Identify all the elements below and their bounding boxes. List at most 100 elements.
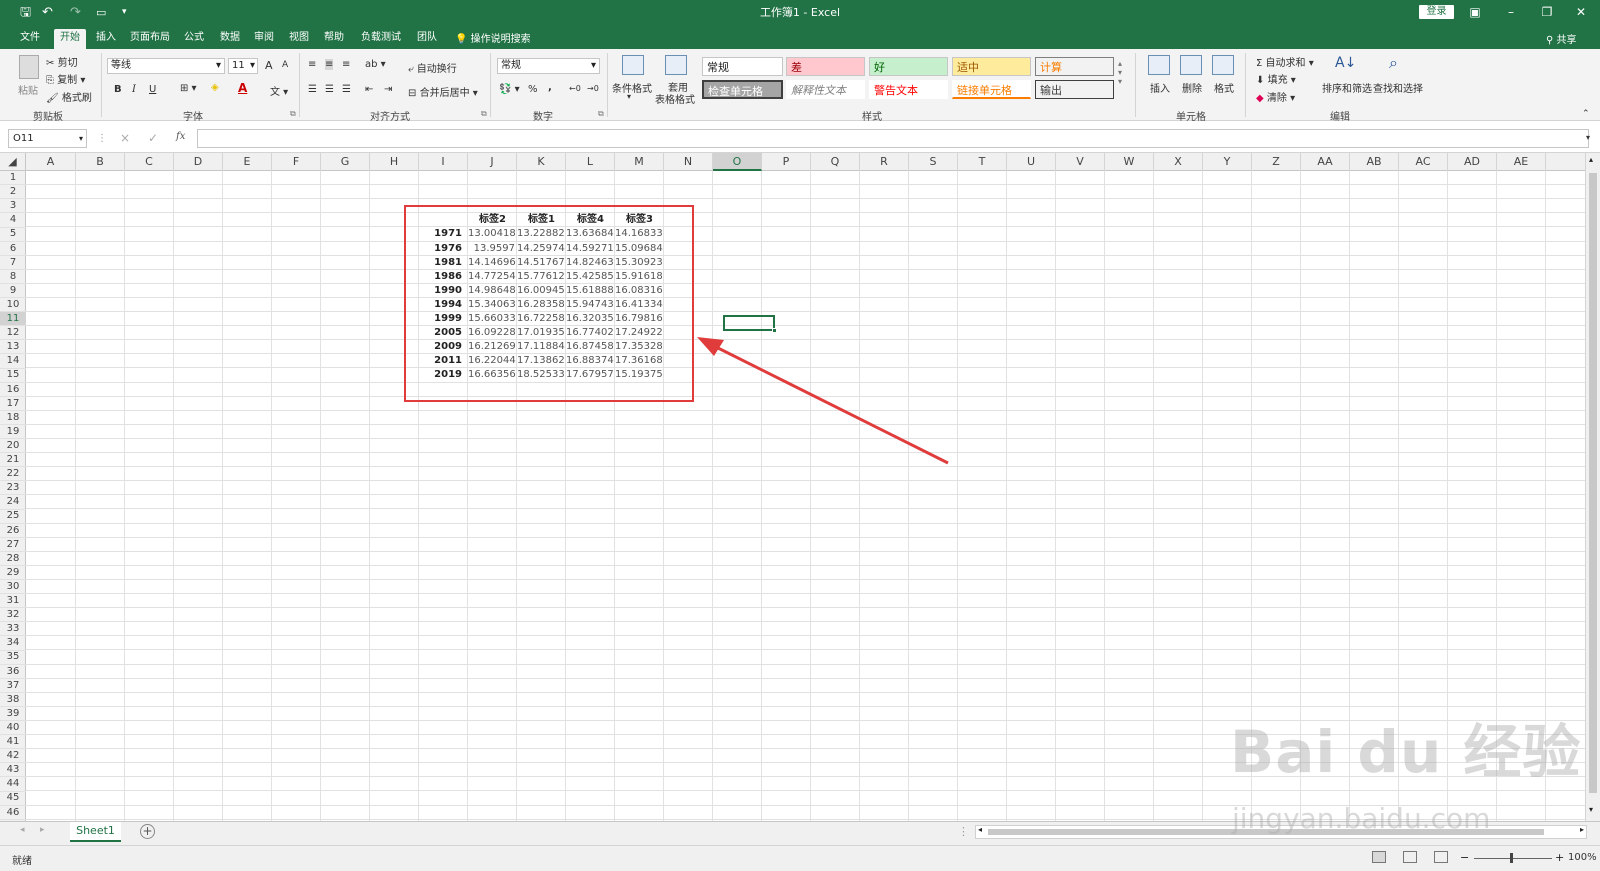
column-header-i[interactable]: I	[419, 153, 468, 171]
dialog-launcher-icon[interactable]: ⧉	[481, 109, 487, 119]
comma-button[interactable]: ,	[548, 82, 552, 93]
row-header[interactable]: 3	[0, 199, 26, 214]
column-header-ab[interactable]: AB	[1350, 153, 1399, 171]
format-table-label-2[interactable]: 表格格式	[655, 91, 695, 106]
tab-file[interactable]: 文件	[14, 29, 46, 49]
insert-function-button[interactable]: fx	[176, 131, 185, 142]
formula-input[interactable]	[197, 129, 1589, 148]
column-header-l[interactable]: L	[566, 153, 615, 171]
row-header[interactable]: 17	[0, 397, 26, 411]
clear-button[interactable]: ◆ 清除 ▾	[1256, 89, 1295, 104]
row-header[interactable]: 7	[0, 256, 26, 270]
merge-center-button[interactable]: ⊟ 合并后居中 ▾	[408, 84, 478, 99]
align-left-icon[interactable]: ☰	[308, 84, 317, 95]
select-all-corner[interactable]: ◢	[0, 153, 26, 171]
login-button[interactable]: 登录	[1419, 5, 1454, 19]
column-header-q[interactable]: Q	[811, 153, 860, 171]
tab-load-test[interactable]: 负载测试	[355, 29, 407, 49]
row-header[interactable]: 4	[0, 213, 26, 228]
name-box[interactable]: O11 ▾	[8, 129, 87, 148]
row-header[interactable]: 21	[0, 453, 26, 468]
fill-button[interactable]: ⬇ 填充 ▾	[1256, 71, 1296, 86]
column-header-r[interactable]: R	[860, 153, 909, 171]
borders-icon[interactable]: ⊞ ▾	[180, 83, 197, 94]
row-header[interactable]: 13	[0, 340, 26, 355]
dialog-launcher-icon[interactable]: ⧉	[598, 109, 604, 119]
tab-review[interactable]: 审阅	[248, 29, 280, 49]
column-header-c[interactable]: C	[125, 153, 174, 171]
page-break-view-icon[interactable]	[1434, 851, 1448, 863]
paste-button-label[interactable]: 粘贴	[18, 82, 38, 97]
font-size-dropdown[interactable]: 11 ▾	[228, 58, 258, 74]
grow-font-button[interactable]: A	[265, 59, 273, 72]
row-header[interactable]: 46	[0, 806, 26, 820]
insert-cells-icon[interactable]	[1148, 55, 1170, 75]
enter-icon[interactable]: ✓	[148, 131, 158, 145]
row-header[interactable]: 23	[0, 481, 26, 496]
italic-button[interactable]: I	[132, 84, 136, 95]
scroll-down-icon[interactable]: ▾	[1589, 805, 1593, 814]
row-header[interactable]: 5	[0, 227, 26, 242]
style-calculation[interactable]: 计算	[1035, 57, 1114, 76]
row-header[interactable]: 43	[0, 763, 26, 778]
align-top-icon[interactable]: ≡	[308, 59, 316, 70]
wrap-text-button[interactable]: ⤶ 自动换行	[408, 60, 457, 75]
scroll-right-icon[interactable]: ▸	[1580, 825, 1584, 834]
tab-split-handle[interactable]: ⋮	[958, 825, 969, 838]
page-layout-view-icon[interactable]	[1403, 851, 1417, 863]
column-header-t[interactable]: T	[958, 153, 1007, 171]
find-search-icon[interactable]: ⌕	[1389, 53, 1398, 73]
sort-filter-icon[interactable]: A↓	[1335, 55, 1356, 71]
column-header-u[interactable]: U	[1007, 153, 1056, 171]
row-header[interactable]: 40	[0, 721, 26, 736]
insert-cells-button[interactable]: 插入	[1150, 80, 1170, 95]
column-header-ae[interactable]: AE	[1497, 153, 1546, 171]
row-header[interactable]: 41	[0, 735, 26, 750]
style-bad[interactable]: 差	[786, 57, 865, 76]
tab-home[interactable]: 开始	[54, 29, 86, 49]
underline-button[interactable]: U	[149, 84, 156, 95]
column-header-o[interactable]: O	[713, 153, 762, 171]
column-header-f[interactable]: F	[272, 153, 321, 171]
accounting-format-icon[interactable]: 💱 ▾	[499, 84, 520, 95]
number-format-dropdown[interactable]: 常规 ▾	[497, 58, 600, 74]
column-header-ac[interactable]: AC	[1399, 153, 1448, 171]
column-header-m[interactable]: M	[615, 153, 664, 171]
row-header[interactable]: 26	[0, 524, 26, 538]
add-sheet-icon[interactable]: +	[140, 824, 155, 839]
column-header-v[interactable]: V	[1056, 153, 1105, 171]
style-neutral[interactable]: 适中	[952, 57, 1031, 76]
row-header[interactable]: 45	[0, 791, 26, 806]
scroll-left-icon[interactable]: ◂	[978, 825, 982, 834]
tab-view[interactable]: 视图	[283, 29, 315, 49]
format-as-table-icon[interactable]	[665, 55, 687, 75]
column-header-a[interactable]: A	[26, 153, 76, 171]
format-cells-button[interactable]: 格式	[1214, 80, 1234, 95]
row-header[interactable]: 44	[0, 777, 26, 792]
tab-insert[interactable]: 插入	[90, 29, 122, 49]
row-header[interactable]: 39	[0, 707, 26, 722]
row-header[interactable]: 37	[0, 679, 26, 693]
style-output[interactable]: 输出	[1035, 80, 1114, 99]
row-header[interactable]: 14	[0, 354, 26, 369]
column-header-g[interactable]: G	[321, 153, 370, 171]
collapse-ribbon-icon[interactable]: ⌃	[1582, 109, 1590, 119]
row-header[interactable]: 24	[0, 495, 26, 510]
phonetic-icon[interactable]: 文 ▾	[270, 83, 288, 98]
row-header[interactable]: 6	[0, 242, 26, 256]
column-header-z[interactable]: Z	[1252, 153, 1301, 171]
ribbon-display-icon[interactable]: ▣	[1460, 3, 1490, 21]
zoom-out-icon[interactable]: −	[1460, 851, 1469, 864]
normal-view-icon[interactable]	[1372, 851, 1386, 863]
align-bottom-icon[interactable]: ≡	[342, 59, 350, 70]
bold-button[interactable]: B	[114, 84, 122, 95]
column-header-p[interactable]: P	[762, 153, 811, 171]
format-painter-button[interactable]: 🖌 格式刷	[46, 89, 92, 104]
autosum-button[interactable]: Σ 自动求和 ▾	[1256, 54, 1314, 69]
style-check-cell[interactable]: 检查单元格	[702, 80, 783, 99]
column-header-d[interactable]: D	[174, 153, 223, 171]
zoom-level[interactable]: 100%	[1568, 852, 1597, 863]
row-header[interactable]: 12	[0, 326, 26, 341]
column-header-b[interactable]: B	[76, 153, 125, 171]
align-middle-icon[interactable]: ≡	[325, 59, 334, 70]
